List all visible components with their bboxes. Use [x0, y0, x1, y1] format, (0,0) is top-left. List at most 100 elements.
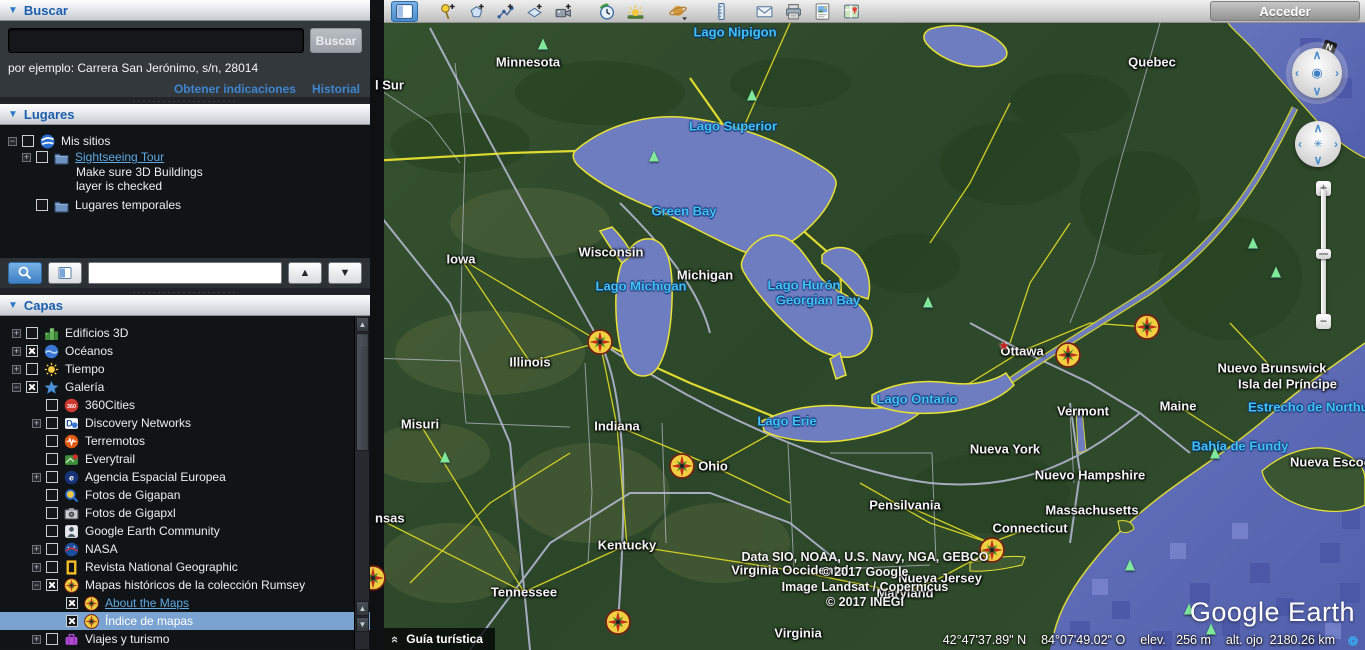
my-places-checkbox[interactable] [22, 135, 34, 147]
scroll-thumb[interactable] [356, 333, 369, 451]
layer-row[interactable]: Fotos de Gigapan [0, 486, 354, 504]
get-directions-link[interactable]: Obtener indicaciones [174, 82, 296, 96]
layer-checkbox[interactable] [46, 525, 58, 537]
map-viewport[interactable]: Lago NipigonMinnesotaQuebecl SurLago Sup… [370, 23, 1365, 650]
move-up-arrow[interactable]: ∧ [1314, 121, 1323, 135]
layer-checkbox[interactable] [46, 471, 58, 483]
search-button[interactable]: Buscar [310, 28, 362, 53]
layer-checkbox[interactable] [46, 579, 58, 591]
look-joystick[interactable]: ∧ ∨ ‹ › ◉ [1292, 48, 1342, 98]
layer-row[interactable]: +eAgencia Espacial Europea [0, 468, 354, 486]
move-down-button[interactable]: ▼ [328, 262, 362, 284]
layer-checkbox[interactable] [26, 345, 38, 357]
print-button[interactable] [780, 1, 807, 22]
move-down-arrow[interactable]: ∨ [1314, 153, 1323, 167]
places-panel-header[interactable]: ▼ Lugares [0, 104, 370, 125]
sidebar-map-divider[interactable] [370, 23, 384, 650]
layer-row[interactable]: +Tiempo [0, 360, 354, 378]
view-in-maps-button[interactable] [838, 1, 865, 22]
add-path-button[interactable] [492, 1, 519, 22]
ruler-button[interactable] [708, 1, 735, 22]
sunlight-button[interactable] [622, 1, 649, 22]
places-filter-input[interactable] [88, 262, 282, 284]
history-link[interactable]: Historial [312, 82, 360, 96]
expander[interactable]: + [32, 419, 41, 428]
layer-checkbox[interactable] [46, 435, 58, 447]
layer-checkbox[interactable] [26, 363, 38, 375]
layer-checkbox[interactable] [46, 507, 58, 519]
layers-scrollbar[interactable]: ▲ ▲ ▼ [354, 316, 369, 649]
look-down-arrow[interactable]: ∨ [1313, 84, 1322, 98]
layer-row[interactable]: +Viajes y turismo [0, 630, 354, 648]
expander[interactable]: + [32, 545, 41, 554]
layer-row[interactable]: +Océanos [0, 342, 354, 360]
layer-checkbox[interactable] [66, 615, 78, 627]
planets-button[interactable] [665, 1, 692, 22]
sign-in-button[interactable]: Acceder [1210, 1, 1360, 21]
expander[interactable]: + [12, 329, 21, 338]
tree-item-temporary-places[interactable]: Lugares temporales [0, 197, 370, 213]
layer-checkbox[interactable] [46, 633, 58, 645]
layer-checkbox[interactable] [66, 597, 78, 609]
sidebar-toggle-button[interactable] [391, 1, 418, 22]
layer-row[interactable]: +NASA [0, 540, 354, 558]
layer-row[interactable]: Índice de mapas [0, 612, 370, 630]
email-button[interactable] [751, 1, 778, 22]
temporary-places-checkbox[interactable] [36, 199, 48, 211]
layer-row[interactable]: About the Maps [0, 594, 354, 612]
search-panel-header[interactable]: ▼ Buscar [0, 0, 370, 21]
layer-checkbox[interactable] [46, 417, 58, 429]
scroll-down-button[interactable]: ▼ [356, 617, 369, 632]
layer-row[interactable]: Viajes al aire libre de Trimble [0, 648, 354, 649]
expander[interactable]: + [12, 347, 21, 356]
layer-checkbox[interactable] [46, 453, 58, 465]
expand-expander[interactable]: + [22, 153, 31, 162]
layer-row[interactable]: Fotos de Gigapxl [0, 504, 354, 522]
expander[interactable]: + [32, 473, 41, 482]
layers-panel-header[interactable]: ▼ Capas [0, 295, 370, 316]
zoom-slider[interactable]: + − [1316, 181, 1331, 329]
layer-checkbox[interactable] [46, 543, 58, 555]
layer-label[interactable]: About the Maps [105, 596, 189, 610]
expander[interactable]: − [32, 581, 41, 590]
move-right-arrow[interactable]: › [1334, 137, 1338, 151]
tree-item-my-places[interactable]: − Mis sitios [0, 133, 370, 149]
record-tour-button[interactable] [550, 1, 577, 22]
historical-imagery-button[interactable] [593, 1, 620, 22]
expander[interactable]: + [32, 635, 41, 644]
sightseeing-checkbox[interactable] [36, 151, 48, 163]
layer-row[interactable]: −Mapas históricos de la colección Rumsey [0, 576, 354, 594]
zoom-out-button[interactable]: − [1316, 314, 1331, 329]
look-left-arrow[interactable]: ‹ [1295, 66, 1299, 80]
add-placemark-button[interactable] [434, 1, 461, 22]
search-places-button[interactable] [8, 262, 42, 284]
layer-row[interactable]: +Edificios 3D [0, 324, 354, 342]
layer-row[interactable]: −Galería [0, 378, 354, 396]
layer-row[interactable]: +Revista National Geographic [0, 558, 354, 576]
panel-resize-grip[interactable]: ····················· [0, 288, 370, 295]
save-image-button[interactable] [809, 1, 836, 22]
move-left-arrow[interactable]: ‹ [1298, 137, 1302, 151]
layer-checkbox[interactable] [46, 489, 58, 501]
move-joystick[interactable]: ∧ ∨ ‹ › ✳ [1295, 121, 1341, 167]
add-polygon-button[interactable] [463, 1, 490, 22]
zoom-handle[interactable] [1316, 249, 1331, 259]
layer-row[interactable]: 360360Cities [0, 396, 354, 414]
layer-checkbox[interactable] [26, 327, 38, 339]
show-profile-button[interactable] [48, 262, 82, 284]
scroll-up-button[interactable]: ▲ [356, 317, 369, 332]
look-right-arrow[interactable]: › [1335, 66, 1339, 80]
layer-row[interactable]: Google Earth Community [0, 522, 354, 540]
layer-checkbox[interactable] [26, 381, 38, 393]
add-image-overlay-button[interactable] [521, 1, 548, 22]
move-up-button[interactable]: ▲ [288, 262, 322, 284]
layer-checkbox[interactable] [46, 399, 58, 411]
layer-row[interactable]: Terremotos [0, 432, 354, 450]
panel-resize-grip[interactable]: ····················· [0, 97, 370, 104]
tree-item-sightseeing-tour[interactable]: + Sightseeing Tour [0, 149, 370, 165]
tour-guide-bar[interactable]: « Guía turística [384, 628, 495, 650]
expander[interactable]: + [12, 365, 21, 374]
collapse-expander[interactable]: − [8, 137, 17, 146]
layer-row[interactable]: +DDiscovery Networks [0, 414, 354, 432]
layer-row[interactable]: Everytrail [0, 450, 354, 468]
